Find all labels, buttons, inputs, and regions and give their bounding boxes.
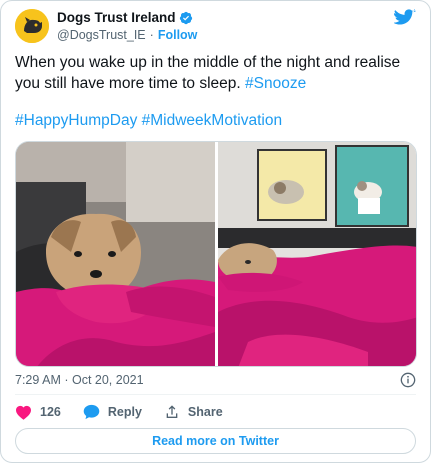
photo-dog-blanket-2[interactable] [218, 142, 416, 366]
avatar[interactable] [15, 9, 49, 43]
photo-dog-blanket-1[interactable] [16, 142, 215, 366]
tweet-header: Dogs Trust Ireland @DogsTrust_IE · Follo… [15, 7, 416, 43]
tweet-actions: 126 Reply Share [15, 402, 245, 422]
reply-bubble-icon [83, 404, 100, 420]
handle-separator: · [149, 28, 154, 42]
heart-icon [16, 405, 31, 420]
read-more-label: Read more on Twitter [152, 434, 279, 448]
share-button[interactable]: Share [164, 404, 223, 420]
read-more-button[interactable]: Read more on Twitter [15, 428, 416, 454]
verified-badge-icon [179, 11, 192, 24]
tweet-text: When you wake up in the middle of the ni… [15, 52, 416, 94]
author-handle[interactable]: @DogsTrust_IE [57, 28, 146, 42]
author-display-name[interactable]: Dogs Trust Ireland [57, 10, 176, 25]
hashtags-line[interactable]: #HappyHumpDay #MidweekMotivation [15, 110, 416, 131]
divider [15, 394, 416, 395]
tweet-body: When you wake up in the middle of the ni… [15, 54, 401, 92]
share-upload-icon [166, 405, 178, 418]
tweet-card: Dogs Trust Ireland @DogsTrust_IE · Follo… [0, 0, 431, 463]
dog-under-pink-blanket-photo [16, 142, 215, 366]
share-label: Share [187, 405, 223, 419]
follow-button[interactable]: Follow [158, 28, 198, 42]
dog-sleeping-with-posters-photo [218, 142, 416, 366]
dogs-trust-logo-icon [15, 9, 49, 43]
reply-button[interactable]: Reply [83, 404, 142, 420]
info-icon[interactable] [400, 372, 416, 388]
twitter-bird-icon[interactable] [394, 9, 416, 28]
like-count: 126 [40, 405, 61, 419]
hashtag-snooze[interactable]: #Snooze [245, 75, 306, 92]
reply-label: Reply [107, 405, 142, 419]
like-button[interactable]: 126 [15, 405, 61, 420]
tweet-media [15, 141, 417, 367]
author-info: Dogs Trust Ireland @DogsTrust_IE · Follo… [57, 9, 197, 42]
tweet-timestamp[interactable]: 7:29 AM · Oct 20, 2021 [15, 373, 144, 387]
